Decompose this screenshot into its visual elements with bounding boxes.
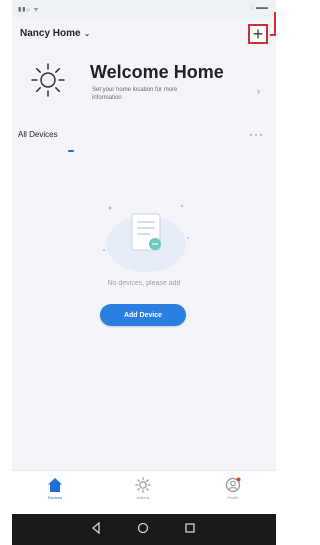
highlight-marker — [270, 12, 276, 36]
device-tabs: All Devices ··· — [12, 127, 276, 154]
welcome-subtitle: Set your home location for more informat… — [92, 87, 178, 101]
phone-screen: ▮▮ᵢₗ ᯤ ◌ ▬▬ Nancy Home⌄ + Welcome Home — [12, 0, 276, 545]
status-bar: ▮▮ᵢₗ ᯤ ◌ ▬▬ — [12, 0, 276, 18]
nav-profile[interactable]: Profile — [203, 477, 263, 500]
chevron-right-icon: › — [257, 86, 260, 96]
nav-profile-label: Profile — [227, 495, 239, 500]
more-options-button[interactable]: ··· — [249, 127, 264, 141]
recents-icon[interactable] — [184, 522, 196, 534]
sun-icon — [31, 63, 65, 97]
status-signal-icons: ▮▮ᵢₗ ᯤ — [18, 7, 40, 13]
sun-icon — [135, 477, 151, 493]
empty-state-message: No devices, please add — [107, 280, 181, 287]
profile-icon — [225, 477, 241, 493]
nav-devices[interactable]: Devices — [25, 477, 85, 500]
chevron-down-icon: ⌄ — [83, 29, 91, 38]
active-tab-indicator — [68, 150, 74, 152]
system-nav-bar — [12, 514, 276, 545]
nav-actions[interactable]: Actions — [113, 477, 173, 500]
status-battery-clock: ◌ ▬▬ — [250, 5, 268, 11]
tab-all-devices[interactable]: All Devices — [18, 130, 58, 139]
home-name-label: Nancy Home — [20, 28, 81, 39]
nav-actions-label: Actions — [136, 495, 150, 500]
add-button[interactable]: + — [248, 24, 268, 44]
home-selector[interactable]: Nancy Home ⌄ — [20, 28, 90, 39]
home-icon — [48, 478, 62, 492]
bottom-nav: Devices Actions Profile — [12, 470, 276, 515]
notification-dot — [236, 477, 241, 482]
add-device-button[interactable]: Add Device — [100, 304, 186, 326]
welcome-card[interactable]: Welcome Home Set your home location for … — [20, 58, 260, 118]
home-header: Nancy Home ⌄ + — [12, 24, 276, 44]
nav-devices-label: Devices — [47, 495, 63, 500]
back-icon[interactable] — [90, 522, 102, 534]
plus-icon: + — [252, 24, 264, 44]
empty-devices-illustration — [103, 204, 189, 272]
home-circle-icon[interactable] — [137, 522, 149, 534]
welcome-title: Welcome Home — [90, 62, 224, 82]
